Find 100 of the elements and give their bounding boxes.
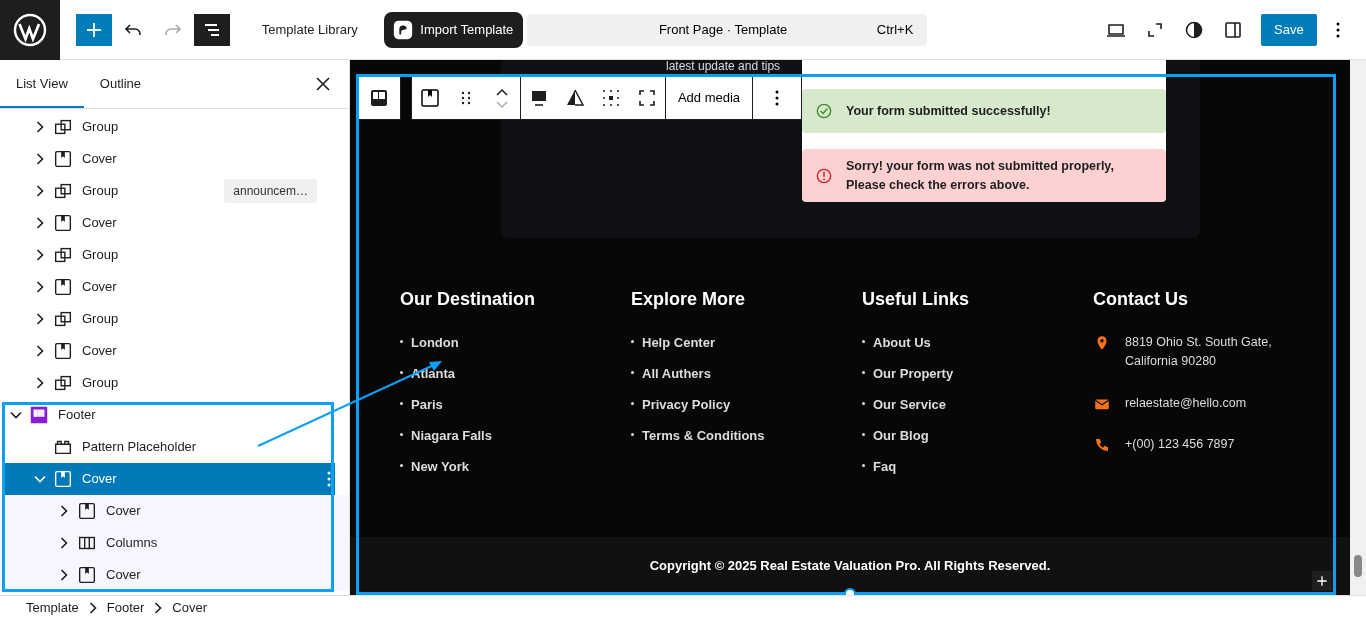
chevron-right-icon (36, 345, 44, 357)
check-circle-icon (814, 101, 834, 121)
scrollbar[interactable] (1350, 60, 1366, 595)
tree-item[interactable]: Cover (0, 495, 349, 527)
menu-link[interactable]: Help Center (642, 333, 715, 353)
add-block-button[interactable] (1312, 571, 1332, 591)
chevron-right-icon (36, 217, 44, 229)
bullet-dot (862, 464, 865, 467)
add-block-button[interactable] (76, 13, 112, 46)
cover-icon (52, 340, 74, 362)
bullet-dot (631, 371, 634, 374)
tree-item[interactable]: Group (0, 303, 349, 335)
chevron-right-icon (36, 313, 44, 325)
notice-text: Sorry! your form was not submitted properly, Please check the errors above. (846, 157, 1115, 194)
scrollbar-thumb[interactable] (1354, 555, 1362, 577)
footer-heading: Contact Us (1093, 288, 1189, 311)
tree-item[interactable]: Group (0, 239, 349, 271)
plus-icon (1314, 573, 1330, 589)
menu-link[interactable]: All Authers (642, 364, 711, 384)
cover-icon (52, 148, 74, 170)
template-library-link[interactable]: Template Library (261, 19, 358, 40)
menu-link[interactable]: Our Service (873, 395, 946, 415)
breadcrumb-link[interactable]: Cover (172, 598, 207, 618)
bullet-dot (400, 433, 403, 436)
footer-heading: Explore More (631, 288, 747, 311)
bullet-dot (862, 402, 865, 405)
bullet-dot (862, 433, 865, 436)
chevron-down-icon (10, 411, 22, 419)
bullet-dot (400, 371, 403, 374)
panel-tab[interactable]: List View (0, 60, 84, 108)
chevron-right-icon (36, 185, 44, 197)
menu-link[interactable]: Faq (873, 457, 897, 477)
cover-icon (76, 500, 98, 522)
menu-link[interactable]: New York (411, 457, 470, 477)
cover-icon (52, 468, 74, 490)
save-button[interactable]: Save (1261, 13, 1317, 46)
tree-item[interactable]: Cover (4, 463, 335, 495)
cover-icon (52, 212, 74, 234)
chevron-right-icon (36, 153, 44, 165)
tree-item[interactable]: Cover (0, 143, 349, 175)
menu-link[interactable]: Atlanta (411, 364, 456, 384)
menu-link[interactable]: Privacy Policy (642, 395, 731, 415)
chevron-right-icon (36, 377, 44, 389)
bullet-dot (400, 340, 403, 343)
copyright-text: Copyright © 2025 Real Estate Valuation Pro. All Rights Reserved. (350, 537, 1350, 595)
tree-item[interactable]: Columns (0, 527, 349, 559)
site-logo[interactable] (0, 0, 60, 60)
menu-link[interactable]: Niagara Falls (411, 426, 492, 446)
contact-text: relaestate@hello.com (1125, 394, 1247, 412)
add-media-button[interactable]: Add media (666, 82, 752, 114)
chevron-right-icon (36, 281, 44, 293)
block-tag-label: announcem… (224, 179, 317, 203)
tree-item[interactable]: Group (0, 367, 349, 399)
breadcrumb-link[interactable]: Footer (106, 598, 145, 618)
list-view-button[interactable] (193, 13, 230, 46)
cover-icon (76, 564, 98, 586)
notice-text: Your form submitted successfully! (846, 102, 1051, 120)
tree-item[interactable]: Cover (0, 559, 349, 591)
chevron-right-icon (154, 602, 163, 614)
more-options-icon (327, 471, 331, 487)
menu-link[interactable]: Our Blog (873, 426, 929, 446)
cut-text: latest update and tips (666, 60, 781, 74)
footer-heading: Useful Links (862, 288, 971, 311)
tree-item[interactable]: Cover (0, 207, 349, 239)
wordpress-logo-icon (12, 11, 48, 48)
chevron-right-icon (60, 569, 68, 581)
bullet-dot (631, 340, 634, 343)
chevron-right-icon (60, 537, 68, 549)
vertical-dots-icon (1336, 21, 1340, 38)
tree-item[interactable]: Footer (0, 399, 349, 431)
chevron-down-icon (34, 475, 46, 483)
footer-icon (28, 404, 50, 426)
import-templates-button[interactable]: Import Template (383, 11, 524, 48)
import-logo-icon (391, 18, 414, 41)
menu-link[interactable]: Paris (411, 395, 443, 415)
panel-tab[interactable]: Outline (83, 60, 157, 108)
footer-heading: Our Destination (400, 288, 536, 311)
menu-link[interactable]: Terms & Conditions (642, 426, 765, 446)
tree-item[interactable]: Pattern Placeholder (0, 431, 349, 463)
menu-link[interactable]: London (411, 333, 459, 353)
tree-item[interactable]: Cover (0, 271, 349, 303)
menu-link[interactable]: Our Property (873, 364, 954, 384)
bullet-dot (631, 402, 634, 405)
contact-text: +(00) 123 456 7897 (1125, 436, 1235, 454)
bullet-dot (400, 464, 403, 467)
chevron-right-icon (36, 121, 44, 133)
tree-item[interactable]: Cover (0, 335, 349, 367)
chevron-right-icon (36, 249, 44, 261)
command-bar[interactable]: Front Page · Template Ctrl+K (527, 13, 928, 46)
menu-link[interactable]: About Us (873, 333, 931, 353)
bullet-dot (400, 402, 403, 405)
bullet-dot (862, 371, 865, 374)
bullet-dot (631, 433, 634, 436)
tree-item[interactable]: Group (0, 111, 349, 143)
chevron-right-icon (60, 505, 68, 517)
cover-icon (52, 276, 74, 298)
chevron-right-icon (88, 602, 97, 614)
bullet-dot (862, 340, 865, 343)
breadcrumb-link[interactable]: Template (26, 598, 79, 618)
tree-item[interactable]: Group announcem… (0, 175, 349, 207)
